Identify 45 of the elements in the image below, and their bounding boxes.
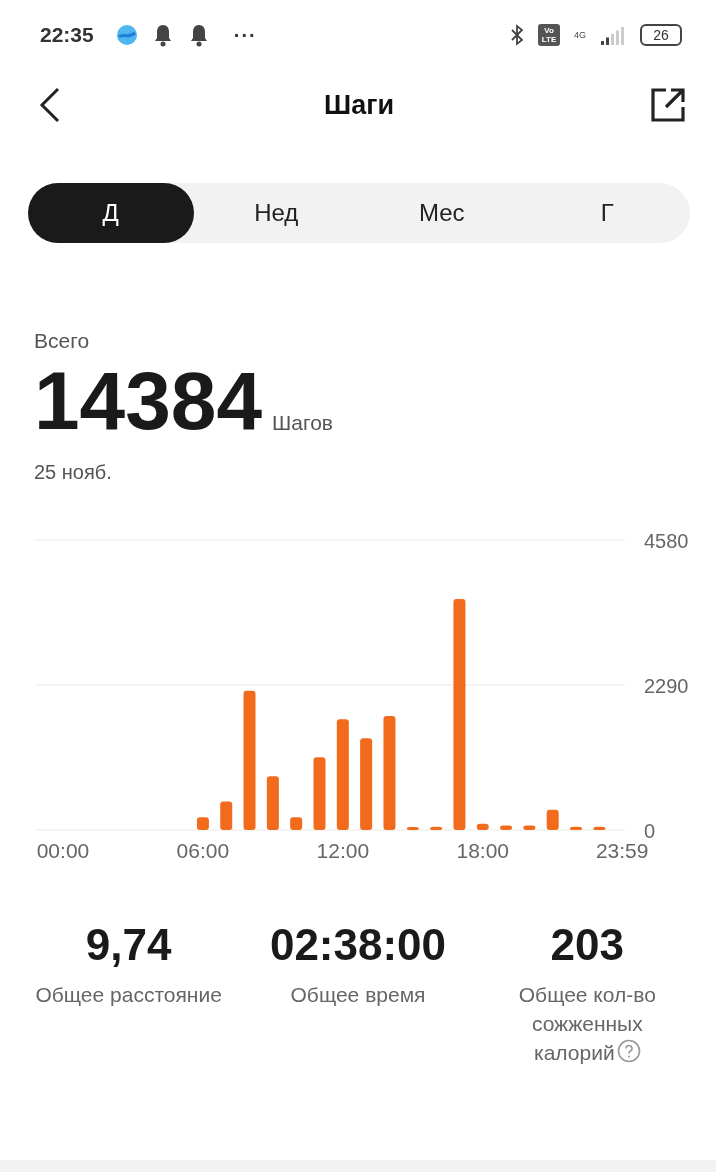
network-type: 4G [574, 30, 586, 40]
bar [546, 809, 559, 830]
date-label: 25 нояб. [34, 461, 113, 484]
x-tick-label: 23:59 [595, 839, 649, 860]
stat-label: Общее расстояние [35, 982, 222, 1008]
bar [500, 825, 513, 830]
bar [570, 826, 583, 830]
x-tick-label: 06:00 [176, 839, 230, 860]
y-tick-label: 0 [644, 820, 656, 842]
page-title: Шаги [324, 89, 394, 121]
total-label: Всего [34, 329, 91, 353]
period-tab[interactable]: Д [28, 183, 194, 243]
stat-value: 203 [550, 920, 625, 970]
bar [196, 817, 209, 830]
bluetooth-icon [510, 24, 524, 46]
status-time: 22:35 [40, 23, 94, 47]
steps-unit: Шагов [272, 411, 333, 435]
volte-indicator: Vo LTE [538, 24, 560, 46]
stat-label: Общее кол-во сожженных калорий [517, 982, 657, 1066]
period-tab[interactable]: Г [524, 183, 690, 243]
bar [406, 827, 419, 830]
x-tick-label: 18:00 [456, 839, 510, 860]
stat-value: 9,74 [85, 920, 172, 970]
x-tick-label: 12:00 [316, 839, 370, 860]
bar [266, 776, 279, 830]
more-indicator: ··· [233, 23, 257, 47]
stat-value: 02:38:00 [269, 920, 447, 970]
bar [523, 825, 536, 830]
bar [430, 826, 443, 830]
y-tick-label: 2290 [644, 675, 689, 697]
bar [220, 801, 233, 830]
battery-indicator: 26 [640, 24, 682, 46]
period-tab[interactable]: Нед [193, 183, 359, 243]
stat-label: Общее время [290, 982, 426, 1008]
total-steps: 14384 [34, 359, 263, 443]
bar [476, 823, 489, 830]
share-button[interactable] [648, 85, 688, 125]
bar [593, 826, 606, 830]
period-tab[interactable]: Мес [359, 183, 525, 243]
x-tick-label: 00:00 [36, 839, 90, 860]
y-tick-label: 4580 [644, 530, 689, 552]
bar [290, 817, 303, 830]
app-icon [115, 24, 138, 46]
signal-icon [600, 25, 626, 45]
help-icon[interactable] [616, 1039, 641, 1063]
